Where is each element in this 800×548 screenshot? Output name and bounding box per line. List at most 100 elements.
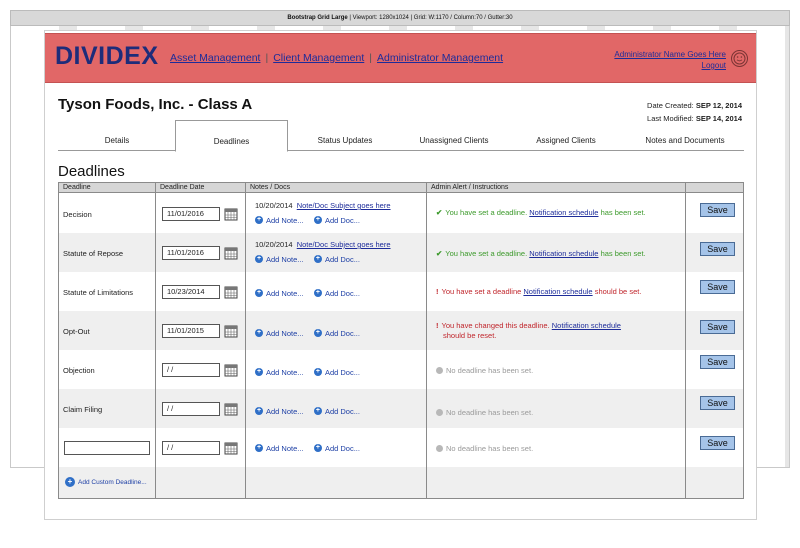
nav-administrator-management[interactable]: Administrator Management: [377, 52, 503, 64]
admin-name-link[interactable]: Administrator Name Goes Here: [614, 49, 726, 60]
avatar[interactable]: [731, 50, 748, 67]
save-button[interactable]: Save: [700, 203, 735, 217]
column-divider: [245, 183, 246, 498]
add-doc-label: Add Doc...: [324, 254, 360, 264]
deadline-date-input[interactable]: / /: [162, 402, 220, 416]
warning-icon: !: [436, 321, 439, 330]
calendar-icon[interactable]: [224, 207, 238, 221]
nav-asset-management[interactable]: Asset Management: [170, 52, 260, 64]
admin-alert: ! You have set a deadline Notification sc…: [436, 287, 641, 296]
save-button[interactable]: Save: [700, 355, 735, 369]
logo[interactable]: DIVIDEX: [55, 42, 159, 71]
tab-bar: Details Deadlines Status Updates Unassig…: [58, 120, 744, 152]
modified-label: Last Modified:: [647, 114, 694, 123]
plus-icon: +: [313, 368, 322, 376]
alert-text-post: has been set.: [600, 249, 646, 258]
plus-icon: +: [255, 216, 263, 224]
section-title: Deadlines: [58, 163, 125, 180]
custom-deadline-name-input[interactable]: [64, 441, 150, 455]
tab-deadlines[interactable]: Deadlines: [175, 120, 288, 152]
notification-schedule-link[interactable]: Notification schedule: [552, 321, 621, 330]
notification-schedule-link[interactable]: Notification schedule: [529, 208, 598, 217]
notes-actions: + Add Note... + Add Doc...: [255, 327, 360, 338]
plus-icon: +: [313, 216, 322, 224]
deadline-date-input[interactable]: 10/23/2014: [162, 285, 220, 299]
add-note-label: Add Note...: [266, 328, 304, 338]
table-row: Statute of Limitations 10/23/2014 + Add N…: [59, 272, 743, 311]
tab-notes-and-documents[interactable]: Notes and Documents: [626, 129, 744, 151]
admin-alert: ✔ You have set a deadline. Notification s…: [436, 208, 646, 217]
tab-details[interactable]: Details: [58, 129, 176, 151]
nav-separator: |: [369, 52, 372, 64]
screen: Bootstrap Grid Large | Viewport: 1280x10…: [0, 0, 800, 548]
add-note-button[interactable]: + Add Note...: [255, 368, 304, 377]
add-doc-label: Add Doc...: [324, 328, 360, 338]
tab-unassigned-clients[interactable]: Unassigned Clients: [402, 129, 506, 151]
save-button[interactable]: Save: [700, 320, 735, 334]
add-doc-label: Add Doc...: [324, 367, 360, 377]
alert-text: You have set a deadline.: [445, 208, 528, 217]
add-note-button[interactable]: + Add Note...: [255, 444, 304, 453]
admin-menu: Administrator Name Goes Here Logout: [614, 49, 726, 71]
smiley-icon: [733, 52, 746, 65]
plus-icon: +: [65, 477, 75, 487]
deadline-date-input[interactable]: / /: [162, 441, 220, 455]
calendar-icon[interactable]: [224, 363, 238, 377]
deadline-date-input[interactable]: 11/01/2016: [162, 246, 220, 260]
add-custom-deadline-label: Add Custom Deadline...: [78, 478, 147, 486]
table-header: Deadline Deadline Date Notes / Docs Admi…: [59, 183, 743, 193]
admin-alert: No deadline has been set.: [436, 444, 533, 453]
calendar-icon[interactable]: [224, 324, 238, 338]
add-note-button[interactable]: + Add Note...: [255, 407, 304, 416]
alert-text: You have set a deadline.: [445, 249, 528, 258]
notification-schedule-link[interactable]: Notification schedule: [529, 249, 598, 258]
logout-link[interactable]: Logout: [614, 60, 726, 71]
add-doc-button[interactable]: + Add Doc...: [313, 367, 360, 377]
add-doc-button[interactable]: + Add Doc...: [313, 254, 360, 264]
plus-icon: +: [313, 255, 322, 263]
add-doc-button[interactable]: + Add Doc...: [313, 444, 360, 453]
calendar-icon[interactable]: [224, 285, 238, 299]
save-button[interactable]: Save: [700, 396, 735, 410]
add-note-label: Add Note...: [266, 367, 304, 377]
add-note-button[interactable]: + Add Note...: [255, 289, 304, 298]
alert-text-post: should be set.: [594, 287, 642, 296]
note-subject-link[interactable]: Note/Doc Subject goes here: [297, 240, 391, 249]
tab-assigned-clients[interactable]: Assigned Clients: [506, 129, 626, 151]
calendar-icon[interactable]: [224, 402, 238, 416]
add-note-label: Add Note...: [266, 443, 304, 453]
plus-icon: +: [255, 368, 263, 376]
notes-actions: + Add Note... + Add Doc...: [255, 287, 360, 298]
tab-status-updates[interactable]: Status Updates: [288, 129, 402, 151]
save-button[interactable]: Save: [700, 280, 735, 294]
admin-alert: ✔ You have set a deadline. Notification s…: [436, 249, 646, 258]
add-doc-button[interactable]: + Add Doc...: [313, 216, 360, 225]
note-subject-link[interactable]: Note/Doc Subject goes here: [297, 201, 391, 210]
deadline-name: Statute of Limitations: [63, 288, 134, 297]
plus-icon: +: [255, 289, 263, 297]
add-doc-button[interactable]: + Add Doc...: [313, 407, 360, 416]
add-note-button[interactable]: + Add Note...: [255, 329, 304, 338]
checkmark-icon: ✔: [436, 249, 443, 258]
calendar-icon[interactable]: [224, 246, 238, 260]
deadline-date-input[interactable]: 11/01/2015: [162, 324, 220, 338]
calendar-icon[interactable]: [224, 441, 238, 455]
notes-actions: + Add Note... + Add Doc...: [255, 253, 360, 264]
notification-schedule-link[interactable]: Notification schedule: [523, 287, 592, 296]
save-button[interactable]: Save: [700, 436, 735, 450]
column-divider: [685, 183, 686, 498]
deadline-date-input[interactable]: / /: [162, 363, 220, 377]
add-doc-button[interactable]: + Add Doc...: [313, 289, 360, 298]
add-custom-deadline-button[interactable]: + Add Custom Deadline...: [65, 477, 147, 487]
add-note-button[interactable]: + Add Note...: [255, 216, 304, 225]
admin-alert: ! You have changed this deadline. Notific…: [436, 321, 651, 341]
save-button[interactable]: Save: [700, 242, 735, 256]
deadline-date-input[interactable]: 11/01/2016: [162, 207, 220, 221]
created-label: Date Created:: [647, 101, 694, 110]
column-divider: [426, 183, 427, 498]
nav-client-management[interactable]: Client Management: [273, 52, 364, 64]
table-row: Statute of Repose 11/01/2016 10/20/2014 …: [59, 233, 743, 272]
add-note-button[interactable]: + Add Note...: [255, 255, 304, 264]
note-date: 10/20/2014: [255, 240, 293, 249]
add-doc-button[interactable]: + Add Doc...: [313, 328, 360, 338]
